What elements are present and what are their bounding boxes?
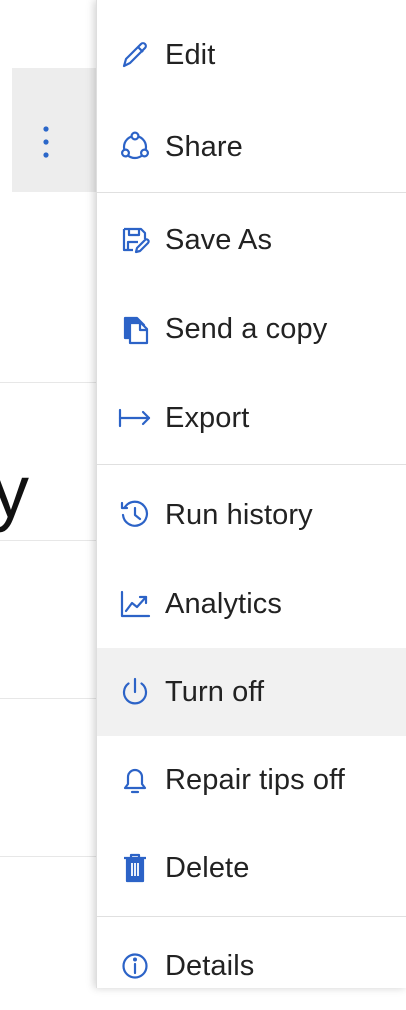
- menu-item-label: Edit: [165, 38, 216, 71]
- truncated-row-text: y: [0, 450, 29, 533]
- context-menu: Edit Share Save As Send a copy Export Ru…: [96, 0, 406, 988]
- menu-item-label: Share: [165, 130, 243, 163]
- menu-item-send-a-copy[interactable]: Send a copy: [97, 285, 406, 373]
- row-separator: [0, 698, 100, 699]
- menu-item-analytics[interactable]: Analytics: [97, 560, 406, 648]
- bell-icon: [115, 763, 155, 797]
- menu-item-run-history[interactable]: Run history: [97, 471, 406, 559]
- menu-item-label: Analytics: [165, 587, 282, 620]
- menu-item-label: Save As: [165, 223, 273, 256]
- menu-item-export[interactable]: Export: [97, 374, 406, 462]
- menu-divider: [97, 192, 406, 193]
- vertical-ellipsis-icon: [43, 126, 49, 158]
- menu-item-details[interactable]: Details: [97, 922, 406, 1010]
- menu-divider: [97, 916, 406, 917]
- trash-icon: [115, 851, 155, 885]
- menu-item-save-as[interactable]: Save As: [97, 196, 406, 284]
- menu-item-label: Details: [165, 949, 255, 982]
- save-as-icon: [115, 224, 155, 256]
- menu-item-label: Send a copy: [165, 312, 328, 345]
- power-icon: [115, 675, 155, 709]
- analytics-icon: [115, 588, 155, 620]
- row-separator: [0, 540, 100, 541]
- share-icon: [115, 130, 155, 164]
- menu-item-label: Delete: [165, 851, 250, 884]
- menu-item-delete[interactable]: Delete: [97, 824, 406, 912]
- menu-item-label: Run history: [165, 498, 313, 531]
- menu-item-label: Repair tips off: [165, 763, 345, 796]
- menu-item-edit[interactable]: Edit: [97, 11, 406, 99]
- history-icon: [115, 498, 155, 532]
- row-separator: [0, 856, 100, 857]
- menu-item-turn-off[interactable]: Turn off: [97, 648, 406, 736]
- menu-divider: [97, 464, 406, 465]
- row-separator: [0, 382, 100, 383]
- info-icon: [115, 950, 155, 982]
- menu-item-repair-tips-off[interactable]: Repair tips off: [97, 736, 406, 824]
- more-options-button[interactable]: [30, 120, 62, 164]
- pencil-icon: [115, 39, 155, 71]
- send-copy-icon: [115, 313, 155, 345]
- menu-item-share[interactable]: Share: [97, 103, 406, 191]
- export-arrow-icon: [115, 404, 155, 432]
- menu-item-label: Turn off: [165, 675, 265, 708]
- menu-item-label: Export: [165, 401, 250, 434]
